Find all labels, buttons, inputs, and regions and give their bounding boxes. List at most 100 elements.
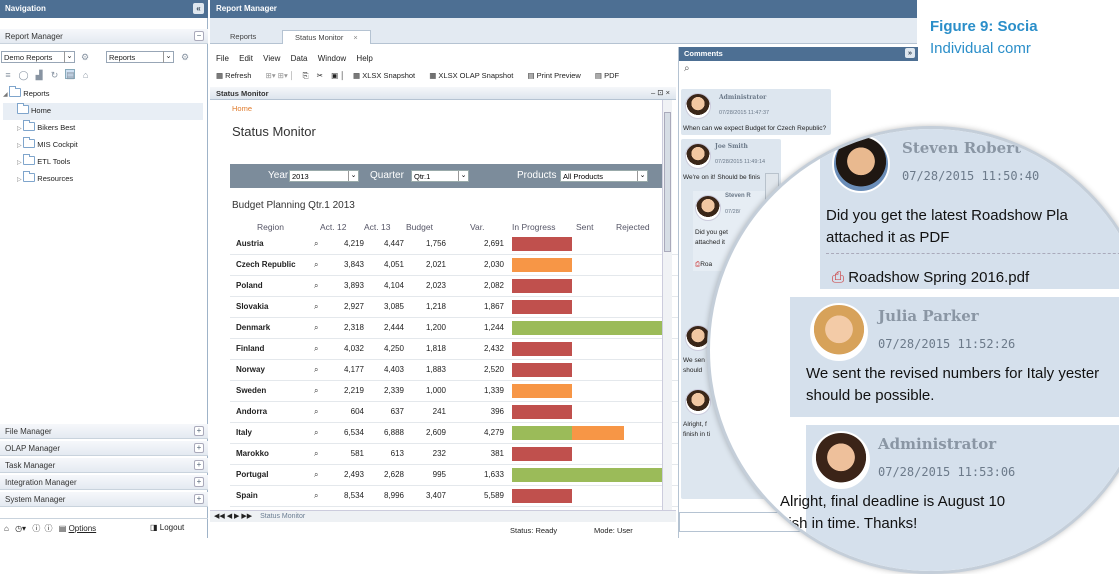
table-row[interactable]: Slovakia ⌕ 2,927 3,085 1,218 1,867	[230, 297, 690, 318]
options-icon[interactable]: ▤	[59, 524, 67, 533]
expand-icon[interactable]: »	[905, 48, 915, 58]
vertical-scrollbar[interactable]	[662, 100, 672, 510]
status-bar-fill	[512, 300, 573, 314]
drill-search-icon[interactable]: ⌕	[314, 281, 318, 291]
table-row[interactable]: Italy ⌕ 6,534 6,888 2,609 4,279	[230, 423, 690, 444]
reports-select[interactable]: Reports ⌄	[106, 51, 174, 63]
logout-link[interactable]: ◨ Logout	[150, 523, 184, 532]
act13-cell: 613	[390, 449, 404, 458]
refresh-button[interactable]: ▦ Refresh	[216, 71, 257, 80]
table-row[interactable]: Sweden ⌕ 2,219 2,339 1,000 1,339	[230, 381, 690, 402]
act13-cell: 6,888	[383, 428, 404, 437]
drill-search-icon[interactable]: ⌕	[314, 470, 318, 480]
drill-search-icon[interactable]: ⌕	[314, 323, 318, 333]
products-select[interactable]: All Products ⌄	[560, 170, 648, 182]
table-row[interactable]: Finland ⌕ 4,032 4,250 1,818 2,432	[230, 339, 690, 360]
xlsx-snapshot-button[interactable]: ▦ XLSX Snapshot	[353, 71, 421, 80]
table-row[interactable]: Portugal ⌕ 2,493 2,628 995 1,633	[230, 465, 690, 486]
table-row[interactable]: Denmark ⌕ 2,318 2,444 1,200 1,244	[230, 318, 690, 339]
pdf-attachment[interactable]: ⎙Roa	[695, 261, 712, 269]
pdf-button[interactable]: ▤ PDF	[595, 71, 625, 80]
sheet-tab[interactable]: Status Monitor	[260, 513, 305, 520]
chart-icon[interactable]: ▟	[34, 70, 44, 80]
table-row[interactable]: Austria ⌕ 4,219 4,447 1,756 2,691	[230, 234, 690, 255]
list-icon[interactable]: ≡	[3, 70, 13, 80]
act12-cell: 4,177	[343, 365, 364, 374]
xlsx-olap-snapshot-button[interactable]: ▦ XLSX OLAP Snapshot	[429, 71, 519, 80]
nav-toolbar: ≡ ◯ ▟ ↻ ▤ ⌂	[3, 69, 94, 80]
tab-reports[interactable]: Reports	[218, 30, 268, 44]
help-icon[interactable]: ⓘ	[32, 524, 40, 533]
refresh-icon[interactable]: ↻	[50, 70, 60, 80]
drill-search-icon[interactable]: ⌕	[314, 386, 318, 396]
drill-search-icon[interactable]: ⌕	[314, 428, 318, 438]
menu-window[interactable]: Window	[318, 54, 346, 63]
options-link[interactable]: Options	[69, 524, 97, 533]
demo-reports-select[interactable]: Demo Reports ⌄	[1, 51, 75, 63]
menu-view[interactable]: View	[263, 54, 280, 63]
paste-icon[interactable]: ▣ │	[331, 71, 345, 80]
budget-cell: 3,407	[425, 491, 446, 500]
report-icon[interactable]: ▤	[65, 69, 76, 80]
window-controls[interactable]: – ⊡ ×	[651, 88, 670, 97]
cut-icon[interactable]: ✂	[317, 71, 323, 80]
copy-icon[interactable]: ⎘	[303, 71, 309, 80]
table-row[interactable]: Spain ⌕ 8,534 8,996 3,407 5,589	[230, 486, 690, 507]
drill-search-icon[interactable]: ⌕	[314, 260, 318, 270]
tree-item[interactable]: ▷ ETL Tools	[3, 154, 203, 171]
report-manager-section[interactable]: Report Manager −	[0, 29, 208, 44]
table-row[interactable]: Czech Republic ⌕ 3,843 4,051 2,021 2,030	[230, 255, 690, 276]
region-cell: Sweden	[236, 386, 267, 395]
search-icon[interactable]: ⌕	[684, 63, 690, 74]
table-row[interactable]: Norway ⌕ 4,177 4,403 1,883 2,520	[230, 360, 690, 381]
system-manager-section[interactable]: System Manager +	[0, 492, 208, 507]
tree-root-reports[interactable]: ◢ Reports	[3, 86, 203, 103]
home-icon[interactable]: ⌂	[4, 524, 9, 533]
year-select[interactable]: 2013 ⌄	[289, 170, 359, 182]
status-bar-fill	[512, 363, 573, 377]
drill-search-icon[interactable]: ⌕	[314, 491, 318, 501]
var-cell: 4,279	[483, 428, 504, 437]
info-icon[interactable]: ⓘ	[45, 524, 53, 533]
tree-item[interactable]: ▷ MIS Cockpit	[3, 137, 203, 154]
table-row[interactable]: Andorra ⌕ 604 637 241 396	[230, 402, 690, 423]
drill-search-icon[interactable]: ⌕	[314, 239, 318, 249]
breadcrumb[interactable]: Home	[232, 104, 252, 113]
table-row[interactable]: Poland ⌕ 3,893 4,104 2,023 2,082	[230, 276, 690, 297]
clock-icon[interactable]: ◷▾	[15, 524, 26, 533]
grid-icon[interactable]: ⊞▾ ⊞▾ │	[266, 71, 295, 80]
drill-search-icon[interactable]: ⌕	[314, 344, 318, 354]
budget-cell: 1,200	[425, 323, 446, 332]
region-cell: Italy	[236, 428, 253, 437]
circle-icon[interactable]: ◯	[19, 70, 29, 80]
tree-item[interactable]: ▷ Resources	[3, 171, 203, 188]
menu-edit[interactable]: Edit	[239, 54, 253, 63]
integration-manager-section[interactable]: Integration Manager +	[0, 475, 208, 490]
gear-icon[interactable]: ⚙	[180, 52, 190, 62]
drill-search-icon[interactable]: ⌕	[314, 407, 318, 417]
drill-search-icon[interactable]: ⌕	[314, 449, 318, 459]
print-preview-button[interactable]: ▤ Print Preview	[527, 71, 586, 80]
drill-search-icon[interactable]: ⌕	[314, 302, 318, 312]
collapse-section-icon[interactable]: −	[194, 31, 204, 41]
pdf-attachment[interactable]: ⎙ Roadshow Spring 2016.pdf	[832, 269, 1029, 286]
menu-file[interactable]: File	[216, 54, 229, 63]
home-icon[interactable]: ⌂	[81, 70, 91, 80]
task-manager-section[interactable]: Task Manager +	[0, 458, 208, 473]
gear-icon[interactable]: ⚙	[80, 52, 90, 62]
drill-search-icon[interactable]: ⌕	[314, 365, 318, 375]
sheet-nav[interactable]: ◀◀ ◀ ▶ ▶▶	[214, 513, 252, 520]
tab-status-monitor[interactable]: Status Monitor ×	[282, 30, 371, 44]
tree-item[interactable]: ▷ Bikers Best	[3, 120, 203, 137]
chevron-down-icon: ⌄	[163, 51, 173, 63]
quarter-select[interactable]: Qtr.1 ⌄	[411, 170, 469, 182]
menu-help[interactable]: Help	[356, 54, 372, 63]
collapse-icon[interactable]: «	[193, 3, 204, 14]
var-cell: 2,432	[483, 344, 504, 353]
olap-manager-section[interactable]: OLAP Manager +	[0, 441, 208, 456]
file-manager-section[interactable]: File Manager +	[0, 424, 208, 439]
filter-bar: Year 2013 ⌄ Quarter Qtr.1 ⌄ Products All P…	[230, 164, 670, 188]
tree-item[interactable]: Home	[3, 103, 203, 120]
menu-data[interactable]: Data	[291, 54, 308, 63]
table-row[interactable]: Marokko ⌕ 581 613 232 381	[230, 444, 690, 465]
